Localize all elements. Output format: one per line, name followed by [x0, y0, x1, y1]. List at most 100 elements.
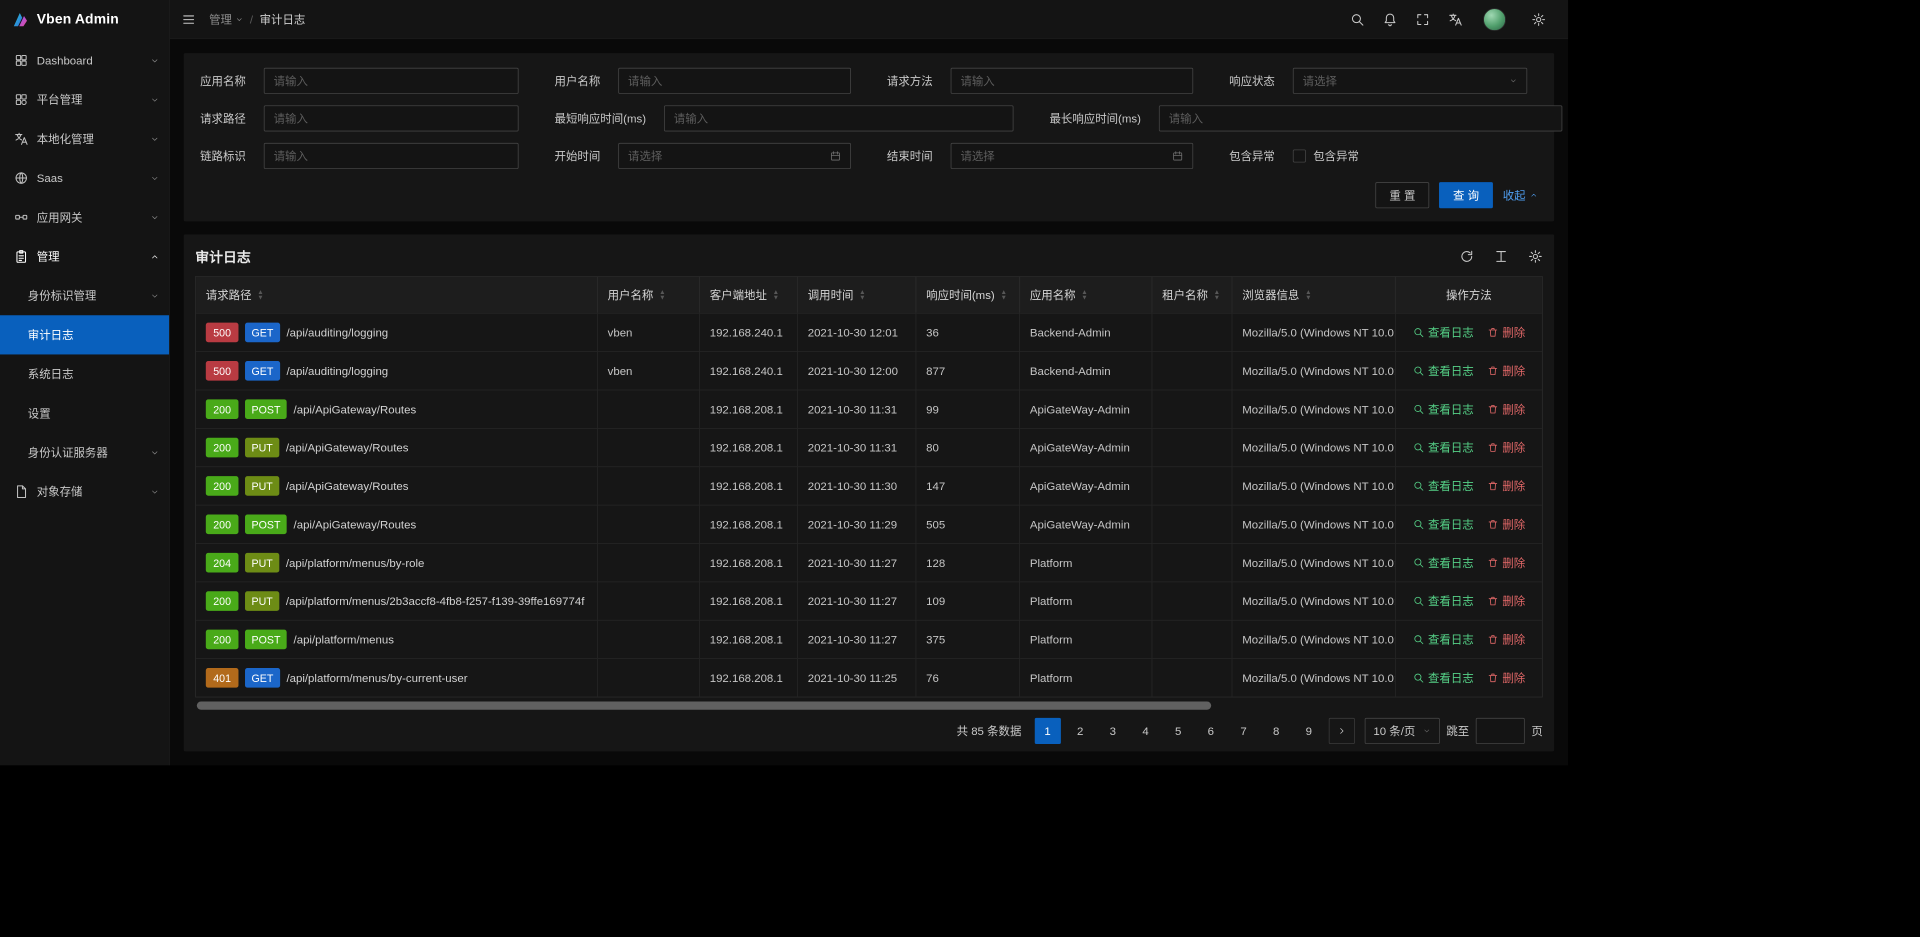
status-badge: 200	[206, 630, 239, 650]
sidebar-item-settings[interactable]: 设置	[0, 394, 169, 433]
request-path-input[interactable]	[264, 105, 519, 131]
refresh-button[interactable]	[1459, 249, 1474, 264]
delete-button[interactable]: 删除	[1487, 478, 1525, 494]
column-header-response-time[interactable]: 响应时间(ms)▲▼	[916, 277, 1020, 313]
page-button-4[interactable]: 4	[1132, 718, 1158, 744]
app-name-input[interactable]	[264, 68, 519, 94]
fullscreen-button[interactable]	[1406, 0, 1439, 39]
reset-button[interactable]: 重 置	[1376, 182, 1430, 208]
breadcrumb-parent[interactable]: 管理	[209, 11, 243, 27]
chevron-down-icon	[150, 213, 159, 222]
view-log-button[interactable]: 查看日志	[1412, 401, 1473, 417]
field-max-response-time: 最长响应时间(ms)	[1049, 105, 1562, 131]
sidebar-item-identity-management[interactable]: 身份标识管理	[0, 276, 169, 315]
delete-button[interactable]: 删除	[1487, 324, 1525, 340]
column-header-user-name[interactable]: 用户名称▲▼	[598, 277, 700, 313]
jump-page-input[interactable]	[1476, 718, 1525, 744]
search-icon	[1412, 365, 1423, 376]
sidebar-item-dashboard[interactable]: Dashboard	[0, 41, 169, 80]
sidebar-item-localization-management[interactable]: 本地化管理	[0, 119, 169, 158]
view-log-button[interactable]: 查看日志	[1412, 593, 1473, 609]
sidebar-item-system-log[interactable]: 系统日志	[0, 354, 169, 393]
chevron-down-icon	[150, 448, 159, 457]
column-settings-button[interactable]	[1528, 249, 1543, 264]
avatar[interactable]	[1483, 8, 1506, 31]
delete-button[interactable]: 删除	[1487, 516, 1525, 532]
column-header-actions: 操作方法	[1396, 277, 1542, 313]
page-button-6[interactable]: 6	[1198, 718, 1224, 744]
page-button-1[interactable]: 1	[1034, 718, 1060, 744]
cell-tenant-name	[1152, 505, 1232, 543]
max-response-time-input[interactable]	[1159, 105, 1562, 131]
cell-app-name: ApiGateWay-Admin	[1020, 466, 1152, 504]
sidebar-fold-button[interactable]	[181, 12, 196, 27]
page-size-select[interactable]: 10 条/页	[1364, 718, 1439, 744]
notification-button[interactable]	[1374, 0, 1407, 39]
http-status-select[interactable]: 请选择	[1293, 68, 1527, 94]
method-badge: GET	[245, 323, 280, 343]
view-log-button[interactable]: 查看日志	[1412, 516, 1473, 532]
app-logo[interactable]: Vben Admin	[0, 0, 169, 39]
sidebar-item-audit-log[interactable]: 审计日志	[0, 315, 169, 354]
column-header-app-name[interactable]: 应用名称▲▼	[1020, 277, 1152, 313]
page-button-8[interactable]: 8	[1263, 718, 1289, 744]
delete-button[interactable]: 删除	[1487, 631, 1525, 647]
query-button[interactable]: 查 询	[1439, 182, 1493, 208]
http-method-input[interactable]	[951, 68, 1194, 94]
cell-response-time: 99	[916, 390, 1020, 428]
bell-icon	[1383, 12, 1398, 27]
cell-response-time: 36	[916, 313, 1020, 351]
search-button[interactable]	[1341, 0, 1374, 39]
search-icon	[1412, 634, 1423, 645]
delete-button[interactable]: 删除	[1487, 593, 1525, 609]
view-log-button[interactable]: 查看日志	[1412, 363, 1473, 379]
field-http-status: 响应状态 请选择	[1229, 68, 1527, 94]
delete-button[interactable]: 删除	[1487, 363, 1525, 379]
sidebar-item-saas[interactable]: Saas	[0, 158, 169, 197]
sidebar-item-app-gateway[interactable]: 应用网关	[0, 198, 169, 237]
cell-app-name: Platform	[1020, 658, 1152, 696]
has-exception-checkbox[interactable]	[1293, 149, 1306, 162]
start-time-picker[interactable]: 请选择	[618, 143, 851, 169]
column-header-request-path[interactable]: 请求路径▲▼	[196, 277, 598, 313]
horizontal-scrollbar[interactable]	[197, 702, 1211, 710]
delete-button[interactable]: 删除	[1487, 670, 1525, 686]
sidebar-item-management[interactable]: 管理	[0, 237, 169, 276]
page-button-7[interactable]: 7	[1230, 718, 1256, 744]
view-log-button[interactable]: 查看日志	[1412, 439, 1473, 455]
page-button-3[interactable]: 3	[1100, 718, 1126, 744]
trace-id-input[interactable]	[264, 143, 519, 169]
app-window: Vben Admin Dashboard 平台管理 本地化管理 Saas	[0, 0, 1568, 765]
cell-client-address: 192.168.208.1	[700, 390, 798, 428]
user-name-input[interactable]	[618, 68, 851, 94]
view-log-button[interactable]: 查看日志	[1412, 631, 1473, 647]
end-time-picker[interactable]: 请选择	[951, 143, 1194, 169]
settings-button[interactable]	[1522, 0, 1555, 39]
status-badge: 200	[206, 476, 239, 496]
page-button-2[interactable]: 2	[1067, 718, 1093, 744]
next-page-button[interactable]	[1328, 718, 1354, 744]
sidebar-item-object-storage[interactable]: 对象存储	[0, 472, 169, 511]
view-log-button[interactable]: 查看日志	[1412, 324, 1473, 340]
menu-fold-icon	[181, 12, 196, 27]
language-button[interactable]	[1439, 0, 1472, 39]
cell-tenant-name	[1152, 428, 1232, 466]
column-header-browser-info[interactable]: 浏览器信息▲▼	[1232, 277, 1395, 313]
page-button-5[interactable]: 5	[1165, 718, 1191, 744]
view-log-button[interactable]: 查看日志	[1412, 670, 1473, 686]
column-header-call-time[interactable]: 调用时间▲▼	[798, 277, 916, 313]
request-path: /api/auditing/logging	[286, 364, 388, 377]
row-height-button[interactable]	[1494, 249, 1509, 264]
delete-button[interactable]: 删除	[1487, 401, 1525, 417]
sidebar-item-identity-server[interactable]: 身份认证服务器	[0, 433, 169, 472]
collapse-link[interactable]: 收起	[1503, 187, 1538, 203]
column-header-tenant-name[interactable]: 租户名称▲▼	[1152, 277, 1232, 313]
delete-button[interactable]: 删除	[1487, 439, 1525, 455]
min-response-time-input[interactable]	[664, 105, 1014, 131]
column-header-client-address[interactable]: 客户端地址▲▼	[700, 277, 798, 313]
delete-button[interactable]: 删除	[1487, 555, 1525, 571]
sidebar-item-platform-management[interactable]: 平台管理	[0, 80, 169, 119]
page-button-9[interactable]: 9	[1296, 718, 1322, 744]
view-log-button[interactable]: 查看日志	[1412, 478, 1473, 494]
view-log-button[interactable]: 查看日志	[1412, 555, 1473, 571]
